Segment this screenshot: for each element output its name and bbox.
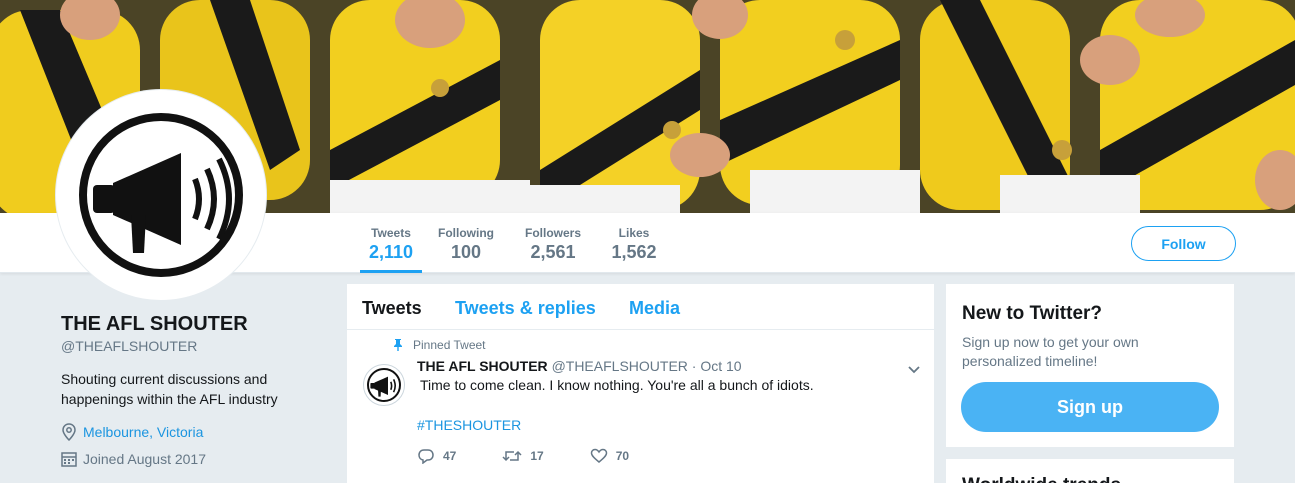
signup-body: Sign up now to get your own personalized… [962,334,1139,369]
tweet-meta[interactable]: @THEAFLSHOUTER · Oct 10 [552,358,742,374]
tweet-header: THE AFL SHOUTER @THEAFLSHOUTER · Oct 10 [417,358,742,374]
stat-tweets[interactable]: Tweets 2,110 [360,213,422,273]
tweet-menu[interactable] [907,362,921,380]
retweet-icon [502,450,522,462]
stat-following[interactable]: Following 100 [436,213,496,273]
megaphone-icon [79,113,243,277]
chevron-down-icon [908,366,920,374]
stat-label: Tweets [371,226,411,240]
reply-button[interactable]: 47 [417,448,456,464]
reply-count: 47 [443,449,457,463]
tab-media[interactable]: Media [629,298,680,319]
retweet-count: 17 [530,449,544,463]
follow-button[interactable]: Follow [1131,226,1236,261]
pinned-label: Pinned Tweet [413,338,486,352]
stat-value: 1,562 [611,242,657,262]
tweet-text: Time to come clean. I know nothing. You'… [420,377,814,393]
tweet-hashtag[interactable]: #THESHOUTER [417,417,521,433]
stat-label: Likes [618,226,650,240]
trends-title: Worldwide trends [962,475,1121,483]
profile-location: Melbourne, Victoria [61,423,203,441]
tweet-actions: 47 17 70 [417,448,675,464]
profile-bio: Shouting current discussions and happeni… [61,371,278,407]
tweet-avatar[interactable] [363,364,405,406]
signup-button[interactable]: Sign up [961,382,1219,432]
trends-card: Worldwide trends [946,459,1234,483]
signup-title: New to Twitter? [962,303,1103,324]
profile-handle: @THEAFLSHOUTER [61,338,198,354]
location-link[interactable]: Melbourne, Victoria [83,424,203,440]
heart-icon [590,448,607,463]
timeline-tabs: Tweets Tweets & replies Media [347,284,934,330]
stat-label: Following [438,226,494,240]
stat-likes[interactable]: Likes 1,562 [608,213,660,273]
profile-joined: Joined August 2017 [61,451,206,467]
pin-icon [394,339,402,351]
stat-value: 2,110 [368,242,414,262]
retweet-button[interactable]: 17 [502,448,544,464]
stat-value: 2,561 [530,242,576,262]
like-button[interactable]: 70 [590,448,629,464]
stat-value: 100 [450,242,482,262]
tab-tweets[interactable]: Tweets [362,298,422,319]
timeline: Tweets Tweets & replies Media Pinned Twe… [347,284,934,483]
pinned-indicator: Pinned Tweet [392,338,486,352]
reply-icon [418,449,434,464]
stat-followers[interactable]: Followers 2,561 [522,213,584,273]
like-count: 70 [615,449,630,463]
profile-avatar[interactable] [56,90,266,300]
tweet-author[interactable]: THE AFL SHOUTER [417,358,548,374]
signup-card: New to Twitter? Sign up now to get your … [946,284,1234,447]
stat-label: Followers [524,226,581,240]
joined-date: Joined August 2017 [83,451,206,467]
megaphone-icon [367,368,401,402]
tab-tweets-replies[interactable]: Tweets & replies [455,298,596,319]
calendar-icon [61,452,77,467]
location-pin-icon [62,423,76,441]
profile-name: THE AFL SHOUTER [61,313,248,335]
